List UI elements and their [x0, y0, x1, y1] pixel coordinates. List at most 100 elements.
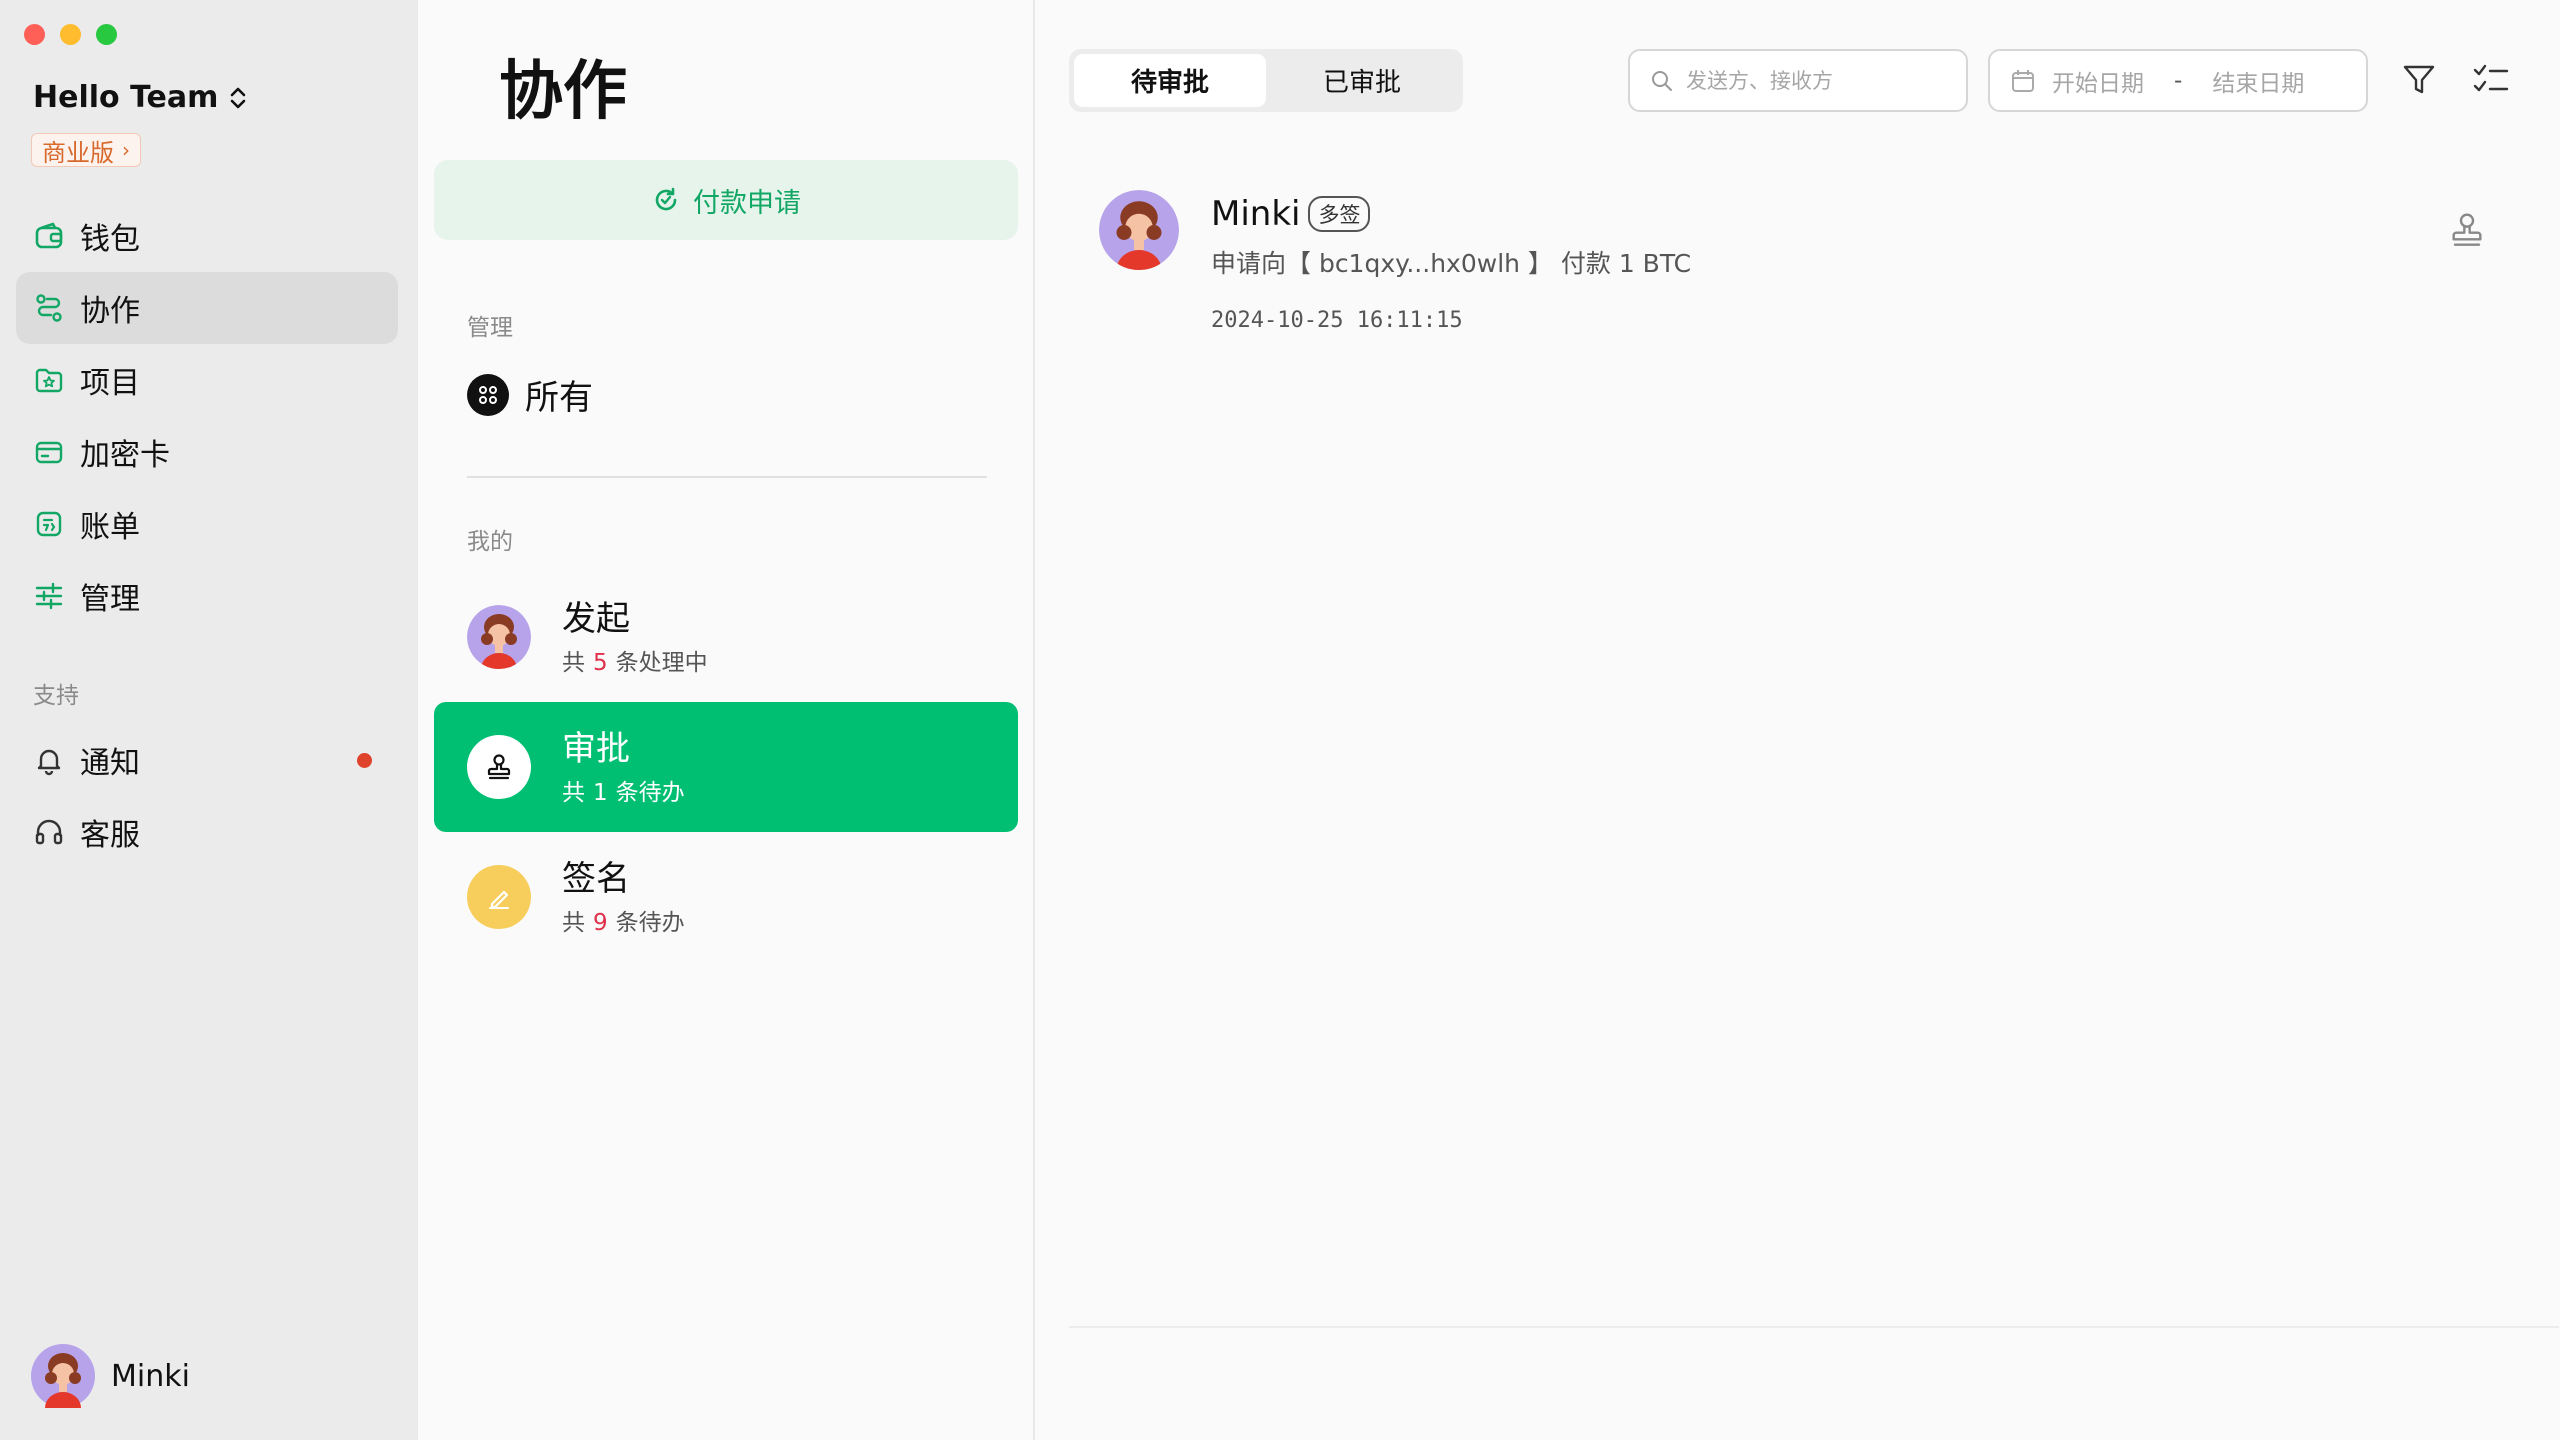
card-signature[interactable]: 签名 共 9 条待办: [434, 832, 1018, 962]
up-down-chevron-icon: [231, 87, 246, 108]
nav-label: 通知: [80, 746, 140, 781]
nav-item-collab[interactable]: 协作: [16, 272, 398, 344]
approval-content: 待审批 已审批 开始日期 - 结束日期: [1035, 0, 2560, 1440]
card-count: 5: [593, 650, 608, 676]
batch-select-button[interactable]: [2471, 60, 2511, 100]
card-subtitle: 共 5 条处理中: [562, 643, 708, 677]
manage-section-label: 管理: [467, 315, 513, 341]
collab-icon: [32, 291, 66, 325]
user-profile[interactable]: Minki: [31, 1344, 190, 1408]
team-switcher[interactable]: Hello Team: [33, 80, 248, 115]
filter-button[interactable]: [2399, 60, 2439, 100]
nav-item-notify[interactable]: 通知: [16, 724, 398, 796]
nav-item-wallet[interactable]: 钱包: [16, 200, 398, 272]
divider: [467, 476, 987, 478]
nav-label: 项目: [80, 366, 140, 401]
search-box: [1628, 49, 1968, 112]
divider: [1069, 1326, 2559, 1328]
card-subtitle: 共 9 条待办: [562, 903, 685, 937]
wallet-icon: [32, 219, 66, 253]
nav-label: 管理: [80, 582, 140, 617]
project-icon: [32, 363, 66, 397]
unread-dot: [357, 752, 372, 768]
card-title: 签名: [562, 859, 630, 899]
card-title: 审批: [562, 729, 630, 769]
headset-icon: [32, 815, 66, 849]
card-count: 9: [593, 910, 608, 936]
date-range-picker[interactable]: 开始日期 - 结束日期: [1988, 49, 2368, 112]
status-tabs: 待审批 已审批: [1069, 49, 1463, 112]
edition-badge[interactable]: 商业版 ›: [31, 133, 141, 167]
multisig-tag: 多签: [1308, 196, 1371, 232]
card-count-suffix: 条待办: [615, 910, 685, 936]
request-description: 申请向【 bc1qxy...hx0wlh 】 付款 1 BTC: [1211, 249, 1692, 278]
nav-item-manage[interactable]: 管理: [16, 560, 398, 632]
request-item[interactable]: Minki 多签 申请向【 bc1qxy...hx0wlh 】 付款 1 BTC…: [1099, 190, 2499, 350]
sidebar: Hello Team 商业版 › 钱包 协作 项目 加密卡 账单 管理 支持 通…: [0, 0, 418, 1440]
filter-all[interactable]: 所有: [467, 370, 593, 419]
filter-icon: [2403, 65, 2435, 94]
mine-section-label: 我的: [467, 529, 513, 555]
bell-icon: [32, 743, 66, 777]
card-initiated[interactable]: 发起 共 5 条处理中: [434, 572, 1018, 702]
payment-request-button[interactable]: 付款申请: [434, 160, 1018, 240]
refresh-icon: [655, 187, 677, 211]
card-approval[interactable]: 审批 共 1 条待办: [434, 702, 1018, 832]
start-date: 开始日期: [2052, 70, 2144, 97]
user-name: Minki: [111, 1358, 190, 1394]
app-window: Hello Team 商业版 › 钱包 协作 项目 加密卡 账单 管理 支持 通…: [0, 0, 2560, 1440]
window-controls: [24, 24, 117, 45]
main-nav: 钱包 协作 项目 加密卡 账单 管理: [16, 200, 398, 632]
nav-label: 钱包: [80, 222, 140, 257]
date-separator: -: [2174, 67, 2183, 94]
search-input[interactable]: [1686, 68, 1936, 93]
edition-label: 商业版: [42, 138, 114, 167]
minimize-window-button[interactable]: [60, 24, 81, 45]
nav-item-bill[interactable]: 账单: [16, 488, 398, 560]
nav-item-project[interactable]: 项目: [16, 344, 398, 416]
avatar: [467, 605, 531, 669]
pen-icon: [467, 865, 531, 929]
sender-name: Minki: [1211, 194, 1301, 234]
nav-item-card[interactable]: 加密卡: [16, 416, 398, 488]
card-count-suffix: 条处理中: [615, 650, 708, 676]
card-icon: [32, 435, 66, 469]
stamp-icon: [2452, 213, 2482, 246]
card-count-suffix: 条待办: [615, 780, 685, 806]
request-time: 2024-10-25 16:11:15: [1211, 308, 1463, 333]
card-count-prefix: 共: [562, 910, 585, 936]
nav-label: 账单: [80, 510, 140, 545]
card-subtitle: 共 1 条待办: [562, 773, 685, 807]
tab-approved[interactable]: 已审批: [1266, 54, 1458, 107]
avatar: [1099, 190, 1179, 270]
support-section-label: 支持: [33, 683, 79, 709]
manage-icon: [32, 579, 66, 613]
nav-label: 协作: [80, 294, 140, 329]
collab-panel: 协作 付款申请 管理 所有 我的 发起 共 5 条处理中 审批 共 1 条待办 …: [418, 0, 1035, 1440]
zoom-window-button[interactable]: [96, 24, 117, 45]
close-window-button[interactable]: [24, 24, 45, 45]
end-date: 结束日期: [2212, 70, 2305, 97]
team-name: Hello Team: [33, 80, 219, 115]
chevron-right-icon: ›: [122, 138, 130, 162]
payment-request-label: 付款申请: [693, 187, 801, 219]
card-count: 1: [593, 780, 608, 806]
page-title: 协作: [499, 55, 627, 129]
tab-pending[interactable]: 待审批: [1074, 54, 1266, 107]
filter-all-label: 所有: [525, 378, 593, 418]
card-count-prefix: 共: [562, 650, 585, 676]
stamp-icon: [467, 735, 531, 799]
request-sender: Minki 多签: [1211, 194, 1371, 234]
calendar-icon: [2012, 69, 2034, 92]
nav-label: 客服: [80, 818, 140, 853]
nav-item-service[interactable]: 客服: [16, 796, 398, 868]
approve-button[interactable]: [2447, 210, 2487, 250]
search-icon: [1652, 70, 1672, 91]
support-nav: 通知 客服: [16, 724, 398, 868]
nav-label: 加密卡: [80, 438, 170, 473]
card-count-prefix: 共: [562, 780, 585, 806]
bill-icon: [32, 507, 66, 541]
grid-icon: [467, 373, 509, 416]
card-title: 发起: [562, 599, 630, 639]
avatar: [31, 1344, 95, 1408]
